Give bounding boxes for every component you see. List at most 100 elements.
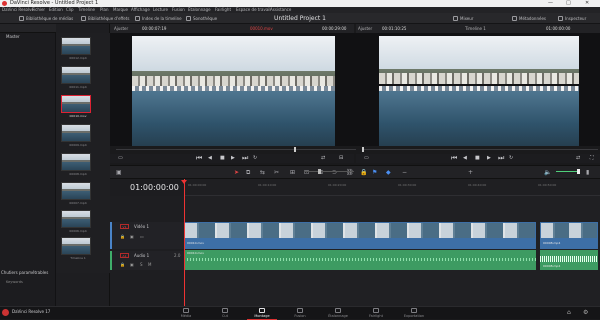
solo-icon[interactable]: S	[140, 262, 143, 267]
video-clip-2-name: 00008.mp4	[543, 241, 561, 245]
snapping-icon[interactable]: ⊃	[332, 168, 337, 177]
clip-thumbnail[interactable]	[61, 153, 91, 171]
master-volume-slider[interactable]	[556, 171, 578, 172]
page-fairlight[interactable]: Fairlight	[361, 307, 391, 320]
playhead-marker[interactable]	[181, 180, 187, 184]
audio-lock-icon[interactable]: 🔒	[120, 262, 125, 267]
blade-tool-icon[interactable]: ✂	[274, 168, 279, 177]
clip-thumbnail[interactable]	[61, 37, 91, 55]
clip-thumbnail[interactable]	[61, 210, 91, 228]
timeline-jog-to-start-icon[interactable]: ⏮	[451, 154, 457, 163]
bin-master[interactable]: Master	[6, 34, 20, 39]
clip-label: 00007.mp4	[69, 201, 87, 205]
minimize-button[interactable]: —	[548, 0, 553, 7]
position-lock-icon[interactable]: 🔒	[360, 168, 367, 177]
timeline-playhead[interactable]	[184, 179, 185, 306]
source-playhead[interactable]	[294, 147, 296, 152]
timeline-name-select[interactable]: Timeline 1	[465, 24, 486, 33]
source-timecode-duration: 00:00:07:19	[142, 26, 167, 31]
timeline-thumbnail[interactable]	[61, 237, 91, 255]
window-title: DaVinci Resolve - Untitled Project 1	[10, 0, 99, 6]
reverse-icon[interactable]: ◀	[208, 154, 212, 163]
timeline-reverse-icon[interactable]: ◀	[463, 154, 467, 163]
insert-icon[interactable]: ⊟	[339, 154, 343, 163]
inspector-button[interactable]: Inspecteur	[557, 15, 586, 22]
mixer-button[interactable]: Mixeur	[452, 15, 473, 22]
selection-tool-icon[interactable]: ➤	[234, 168, 239, 177]
play-icon[interactable]: ▶	[231, 154, 235, 163]
video-enable-icon[interactable]: ▭	[140, 234, 144, 239]
metadata-button[interactable]: Métadonnées	[511, 15, 546, 22]
marker-icon[interactable]: ◆	[386, 168, 391, 177]
timeline-ruler[interactable]: 01:00:00:00 01:00:10:00 01:00:20:00 01:0…	[184, 179, 600, 196]
sound-library-button[interactable]: Sonothèque	[185, 15, 217, 22]
speaker-icon[interactable]: 🔈	[544, 168, 551, 177]
trim-tool-icon[interactable]: ⧉	[246, 168, 250, 177]
maximize-button[interactable]: □	[566, 0, 571, 7]
audio-meter-icon[interactable]: ▮	[586, 168, 589, 177]
sound-library-label: Sonothèque	[193, 16, 218, 21]
stop-icon[interactable]: ■	[220, 154, 225, 163]
timeline-play-icon[interactable]: ▶	[487, 154, 491, 163]
zoom-in-icon[interactable]: +	[468, 168, 473, 177]
edit-index-label: Index de la timeline	[142, 16, 182, 21]
jog-to-start-icon[interactable]: ⏮	[196, 154, 202, 163]
master-volume-handle[interactable]	[577, 169, 580, 174]
timeline-viewer[interactable]	[358, 33, 600, 146]
source-zoom-select[interactable]: Ajuster	[114, 24, 128, 33]
mute-icon[interactable]: M	[148, 262, 151, 267]
page-deliver[interactable]: Exportation	[399, 307, 429, 320]
effects-library-button[interactable]: Bibliothèque d'effets	[80, 15, 129, 22]
timeline-zoom-select[interactable]: Ajuster	[358, 24, 372, 33]
page-cut[interactable]: Cut	[210, 307, 240, 320]
audio-clip[interactable]	[184, 250, 536, 270]
clip-thumbnail[interactable]	[61, 124, 91, 142]
jog-to-end-icon[interactable]: ⏭	[242, 154, 248, 163]
smart-bin-keywords[interactable]: Keywords	[6, 280, 23, 284]
timeline-toolbar: ▣ ➤ ⧉ ⇆ ✂ ⊞ ⊡ ⊠ ⊃ ⛓ 🔒 ⚑ ◆ − + 🔈 ▮	[110, 165, 600, 179]
page-color-label: Étalonnage	[328, 314, 348, 318]
clip-thumbnail[interactable]	[61, 182, 91, 200]
timeline-timecode-display: 01:00:00:00	[130, 183, 179, 192]
lock-icon[interactable]: 🔒	[120, 234, 125, 239]
clip-thumbnail-selected[interactable]	[61, 95, 91, 113]
smart-bins-title: Chutiers paramétrables	[1, 270, 49, 275]
clip-thumbnail[interactable]	[61, 66, 91, 84]
timeline-scrubber-playhead[interactable]	[362, 147, 364, 152]
layout-icon[interactable]: ▣	[116, 168, 122, 177]
zoom-slider[interactable]	[304, 171, 354, 172]
match-frame-icon[interactable]: ⇄	[321, 154, 325, 163]
home-icon[interactable]: ⌂	[567, 309, 571, 316]
timeline-monitor-icon[interactable]: ▭	[364, 154, 369, 163]
timeline-match-frame-icon[interactable]: ⇄	[576, 154, 580, 163]
insert-clip-icon[interactable]: ⊞	[290, 168, 295, 177]
audio-auto-select-icon[interactable]: ▣	[130, 262, 134, 267]
page-deliver-label: Exportation	[403, 314, 425, 318]
page-fusion[interactable]: Fusion	[285, 307, 315, 320]
settings-gear-icon[interactable]: ⚙	[583, 309, 588, 316]
zoom-out-icon[interactable]: −	[402, 168, 407, 177]
dynamic-trim-icon[interactable]: ⇆	[260, 168, 265, 177]
source-scrubber[interactable]	[116, 149, 356, 150]
timeline-scrubber[interactable]	[362, 149, 598, 150]
timeline-stop-icon[interactable]: ■	[475, 154, 480, 163]
linked-selection-icon[interactable]: ⛓	[346, 168, 354, 177]
source-viewer[interactable]	[110, 33, 364, 146]
flag-icon[interactable]: ⚑	[372, 168, 377, 177]
media-pool-clips: 00012.mp4 00011.mp4 00010.mov 00009.mp4 …	[56, 33, 110, 273]
monitor-icon[interactable]: ▭	[118, 154, 123, 163]
auto-select-icon[interactable]: ▣	[130, 234, 134, 239]
timeline-jog-to-end-icon[interactable]: ⏭	[498, 154, 504, 163]
timeline-loop-icon[interactable]: ↻	[509, 154, 513, 163]
loop-icon[interactable]: ↻	[253, 154, 257, 163]
fullscreen-icon[interactable]: ⛶	[590, 154, 594, 163]
media-library-button[interactable]: Bibliothèque de médias	[18, 15, 73, 22]
page-media[interactable]: Média	[171, 307, 201, 320]
page-edit[interactable]: Montage	[247, 307, 277, 320]
close-button[interactable]: ✕	[585, 0, 589, 7]
edit-index-button[interactable]: Index de la timeline	[134, 15, 182, 22]
overwrite-clip-icon[interactable]: ⊡	[304, 168, 309, 177]
mixer-label: Mixeur	[460, 16, 474, 21]
page-color[interactable]: Étalonnage	[323, 307, 353, 320]
zoom-slider-handle[interactable]	[318, 169, 321, 174]
